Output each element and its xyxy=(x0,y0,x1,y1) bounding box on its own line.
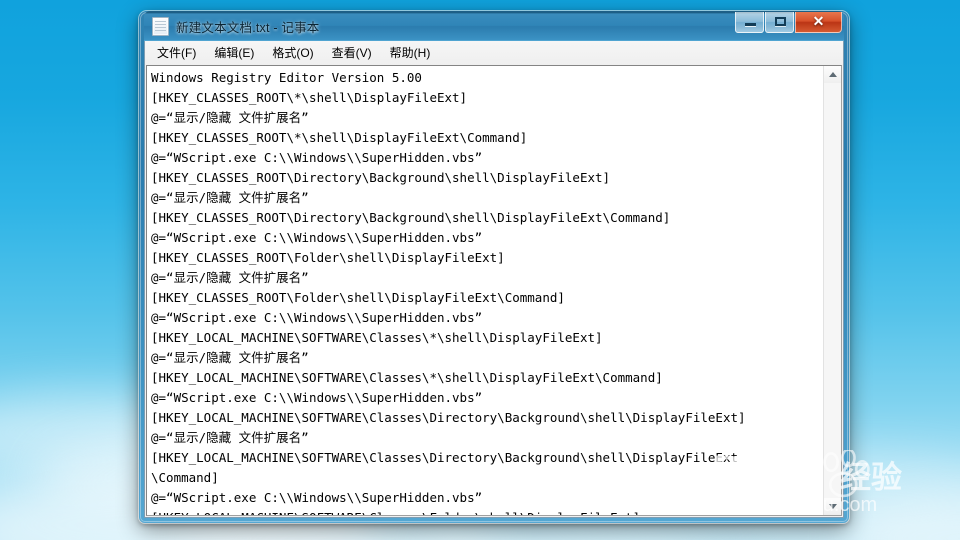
editor-line: @=“WScript.exe C:\\Windows\\SuperHidden.… xyxy=(151,150,483,165)
editor-line: [HKEY_CLASSES_ROOT\Folder\shell\DisplayF… xyxy=(151,250,505,265)
editor-line: @=“WScript.exe C:\\Windows\\SuperHidden.… xyxy=(151,390,483,405)
close-button[interactable]: ✕ xyxy=(795,12,842,33)
title-bar[interactable]: 新建文本文档.txt - 记事本 ✕ xyxy=(144,11,844,41)
menu-view[interactable]: 查看(V) xyxy=(323,41,381,65)
maximize-button[interactable] xyxy=(765,12,794,33)
minimize-button[interactable] xyxy=(735,12,764,33)
editor-line: \Command] xyxy=(151,470,219,485)
close-icon: ✕ xyxy=(812,12,825,29)
scroll-up-arrow[interactable] xyxy=(824,66,841,83)
maximize-icon xyxy=(775,17,786,26)
editor-line: [HKEY_CLASSES_ROOT\*\shell\DisplayFileEx… xyxy=(151,90,468,105)
minimize-icon xyxy=(745,23,756,26)
menu-file[interactable]: 文件(F) xyxy=(148,41,205,65)
notepad-document-icon xyxy=(152,16,169,36)
editor-line: [HKEY_CLASSES_ROOT\Directory\Background\… xyxy=(151,210,671,225)
menu-format[interactable]: 格式(O) xyxy=(263,41,322,65)
editor-line: [HKEY_CLASSES_ROOT\Folder\shell\DisplayF… xyxy=(151,290,565,305)
scroll-down-arrow[interactable] xyxy=(824,498,841,515)
editor-line: [HKEY_LOCAL_MACHINE\SOFTWARE\Classes\Dir… xyxy=(151,450,738,465)
caption-button-group: ✕ xyxy=(735,12,842,33)
editor-line: @=“WScript.exe C:\\Windows\\SuperHidden.… xyxy=(151,310,483,325)
editor-line: @=“显示/隐藏 文件扩展名” xyxy=(151,190,309,205)
menu-bar: 文件(F) 编辑(E) 格式(O) 查看(V) 帮助(H) xyxy=(145,41,843,65)
editor-line: [HKEY_LOCAL_MACHINE\SOFTWARE\Classes\Fol… xyxy=(151,508,823,515)
menu-help[interactable]: 帮助(H) xyxy=(381,41,440,65)
editor-line: [HKEY_CLASSES_ROOT\*\shell\DisplayFileEx… xyxy=(151,130,528,145)
menu-edit[interactable]: 编辑(E) xyxy=(205,41,263,65)
notepad-window: 新建文本文档.txt - 记事本 ✕ 文件(F) 编辑(E) 格式(O) 查看(… xyxy=(139,11,849,523)
editor-line: [HKEY_LOCAL_MACHINE\SOFTWARE\Classes\*\s… xyxy=(151,330,603,345)
editor-frame: Windows Registry Editor Version 5.00 [HKE… xyxy=(146,65,842,516)
editor-line: @=“WScript.exe C:\\Windows\\SuperHidden.… xyxy=(151,230,483,245)
editor-line: @=“WScript.exe C:\\Windows\\SuperHidden.… xyxy=(151,490,483,505)
editor-line: @=“显示/隐藏 文件扩展名” xyxy=(151,110,309,125)
watermark-brand-cn: 经验 xyxy=(840,460,902,495)
editor-line: [HKEY_CLASSES_ROOT\Directory\Background\… xyxy=(151,170,611,185)
window-title: 新建文本文档.txt - 记事本 xyxy=(176,20,320,35)
window-client-area: 文件(F) 编辑(E) 格式(O) 查看(V) 帮助(H) Windows Re… xyxy=(144,41,844,518)
editor-line: @=“显示/隐藏 文件扩展名” xyxy=(151,430,309,445)
scrollbar-track[interactable] xyxy=(824,83,841,498)
editor-line: @=“显示/隐藏 文件扩展名” xyxy=(151,270,309,285)
desktop-cloud xyxy=(840,498,960,540)
text-editor-area[interactable]: Windows Registry Editor Version 5.00 [HKE… xyxy=(147,66,823,515)
editor-line: [HKEY_LOCAL_MACHINE\SOFTWARE\Classes\Dir… xyxy=(151,410,746,425)
editor-line: Windows Registry Editor Version 5.00 xyxy=(151,70,422,85)
vertical-scrollbar[interactable] xyxy=(823,66,841,515)
editor-line: [HKEY_LOCAL_MACHINE\SOFTWARE\Classes\*\s… xyxy=(151,370,663,385)
editor-line: @=“显示/隐藏 文件扩展名” xyxy=(151,350,309,365)
